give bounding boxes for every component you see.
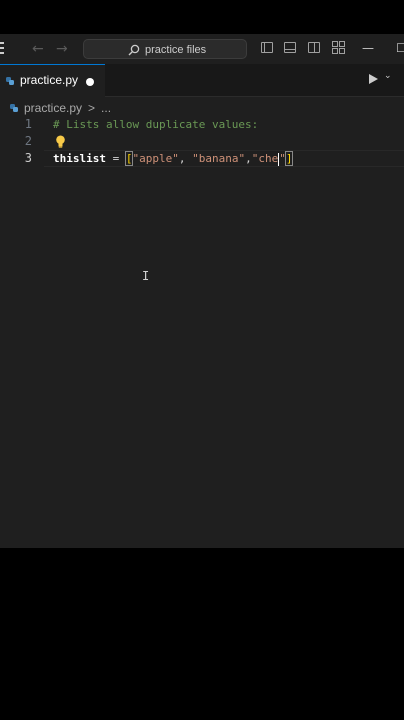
- code-string-end: ": [279, 152, 286, 165]
- run-python-file-icon[interactable]: [369, 74, 378, 84]
- code-line-3[interactable]: 3 thislist = ["apple", "banana","che"]: [0, 150, 404, 167]
- line-number: 2: [24, 134, 32, 148]
- chevron-down-icon[interactable]: ⌄: [384, 71, 392, 81]
- breadcrumb-file[interactable]: practice.py: [24, 101, 82, 115]
- tab-label: practice.py: [20, 73, 79, 87]
- command-center-search[interactable]: practice files: [83, 39, 247, 59]
- line-code: thislist = ["apple", "banana","che"]: [53, 150, 294, 167]
- search-icon: [128, 44, 140, 56]
- customize-layout-icon[interactable]: [332, 41, 345, 54]
- tab-practice-py[interactable]: practice.py: [0, 64, 105, 97]
- minimize-icon[interactable]: —: [362, 40, 374, 56]
- toggle-panel-icon[interactable]: [284, 42, 296, 53]
- toggle-secondary-sidebar-icon[interactable]: [308, 42, 320, 53]
- menu-icon[interactable]: [0, 42, 6, 56]
- code-string: "banana": [192, 152, 246, 165]
- unsaved-dot-icon[interactable]: [86, 78, 94, 86]
- code-line-2[interactable]: 2: [0, 133, 404, 150]
- code-separator: ,: [245, 152, 252, 165]
- code-operator: =: [105, 152, 126, 165]
- code-variable: thislist: [53, 152, 106, 165]
- lightbulb-icon[interactable]: [55, 135, 66, 148]
- toggle-primary-sidebar-icon[interactable]: [261, 42, 273, 53]
- python-file-icon: [10, 104, 18, 112]
- code-string: "che: [251, 152, 279, 165]
- code-editor[interactable]: practice.py > ... 1 # Lists allow duplic…: [0, 97, 404, 548]
- line-code: # Lists allow duplicate values:: [53, 116, 258, 133]
- line-number: 1: [24, 117, 32, 131]
- breadcrumb: practice.py > ...: [10, 99, 111, 117]
- back-arrow-icon[interactable]: ←: [32, 40, 44, 58]
- mouse-ibeam-icon: I: [142, 269, 150, 283]
- code-string: "apple": [132, 152, 179, 165]
- search-label: practice files: [145, 44, 207, 56]
- line-number: 3: [24, 151, 32, 165]
- code-separator: ,: [178, 152, 193, 165]
- code-bracket-close: ]: [284, 151, 294, 166]
- code-comment: # Lists allow duplicate values:: [53, 118, 259, 131]
- tab-bar: practice.py ⌄: [0, 64, 404, 97]
- screen: ← → practice files — ☐ practice.py ⌄ pra…: [0, 0, 404, 720]
- maximize-icon[interactable]: ☐: [396, 40, 404, 56]
- forward-arrow-icon[interactable]: →: [56, 40, 68, 58]
- python-file-icon: [6, 77, 14, 85]
- title-bar: ← → practice files — ☐: [0, 34, 404, 64]
- breadcrumb-symbols[interactable]: ...: [101, 101, 111, 115]
- code-line-1[interactable]: 1 # Lists allow duplicate values:: [0, 116, 404, 133]
- breadcrumb-separator-icon: >: [88, 101, 96, 115]
